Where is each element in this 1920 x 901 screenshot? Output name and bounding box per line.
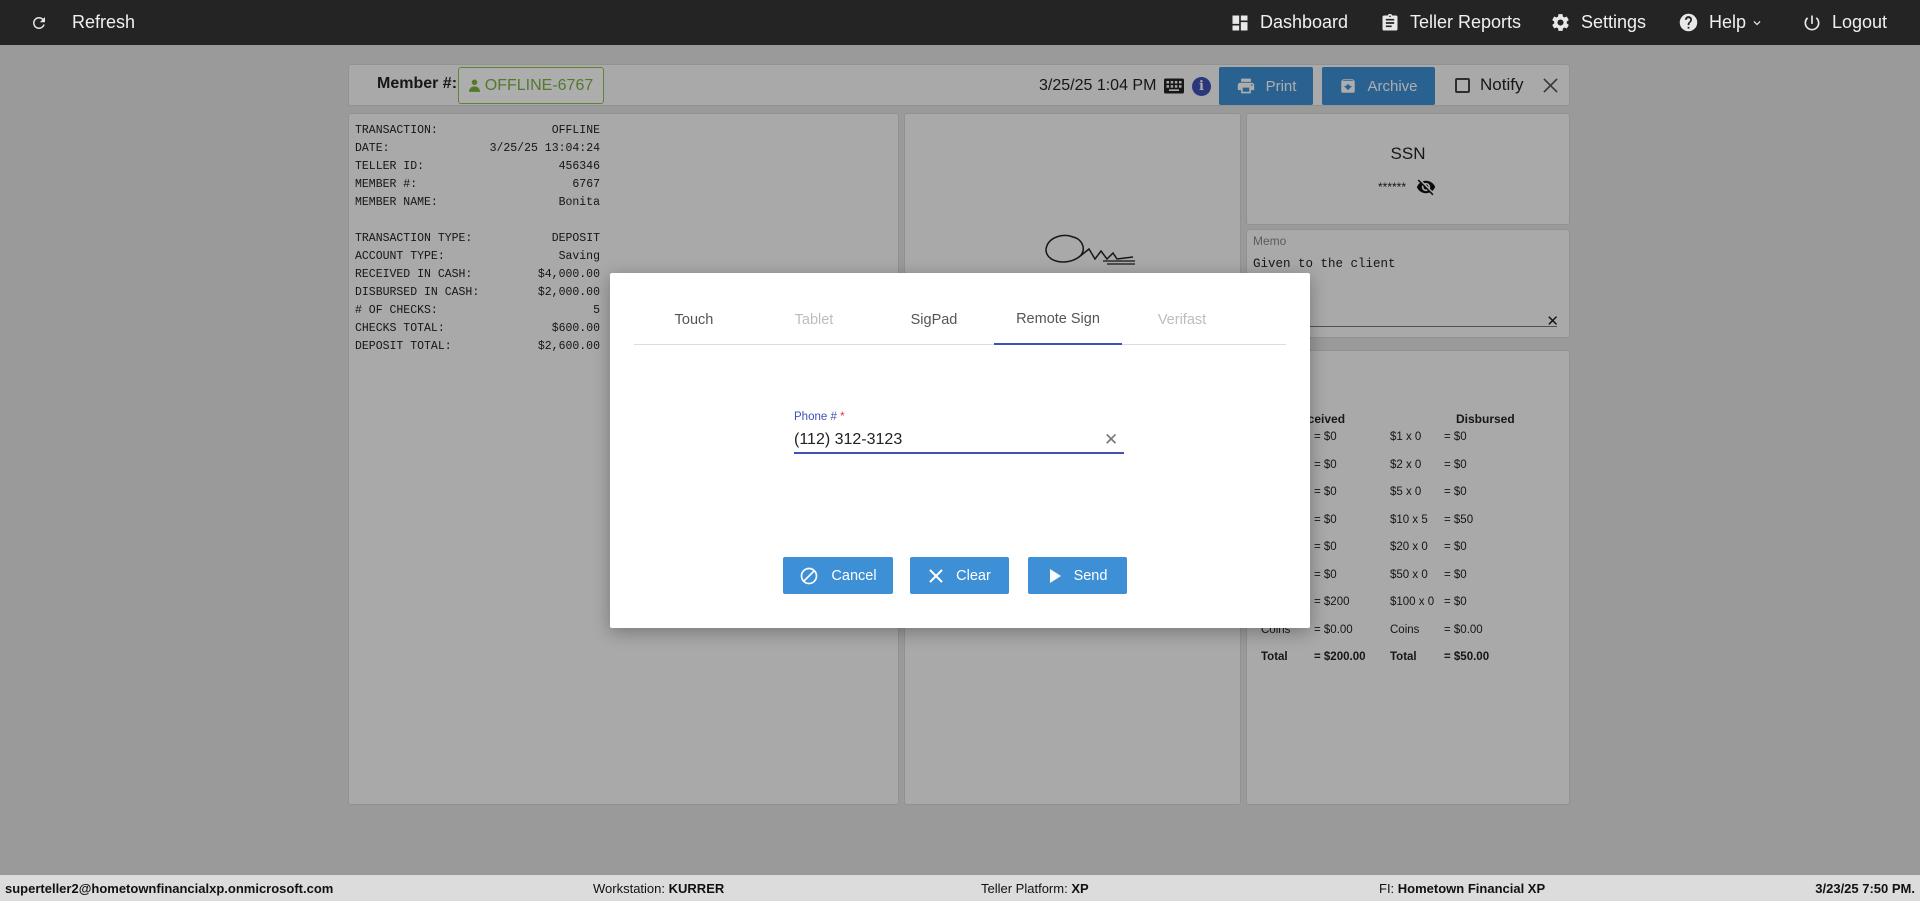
signature-method-tabs: Touch Tablet SigPad Remote Sign Verifast bbox=[634, 295, 1286, 345]
status-datetime: 3/23/25 7:50 PM. bbox=[1815, 881, 1915, 896]
signature-capture-dialog: Touch Tablet SigPad Remote Sign Verifast… bbox=[610, 273, 1310, 628]
status-user: superteller2@hometownfinancialxp.onmicro… bbox=[5, 881, 334, 896]
tab-remote-sign[interactable]: Remote Sign bbox=[994, 295, 1122, 345]
power-icon bbox=[1802, 13, 1822, 33]
phone-input[interactable] bbox=[794, 428, 1124, 454]
settings-label: Settings bbox=[1581, 12, 1647, 32]
status-workstation: Workstation: KURRER bbox=[593, 881, 725, 896]
logout-label: Logout bbox=[1832, 12, 1888, 32]
clear-button[interactable]: Clear bbox=[910, 557, 1009, 594]
cancel-label: Cancel bbox=[831, 567, 877, 584]
tab-sigpad[interactable]: SigPad bbox=[874, 295, 994, 345]
teller-reports-label: Teller Reports bbox=[1410, 12, 1522, 32]
refresh-button[interactable]: Refresh bbox=[30, 0, 135, 45]
help-icon bbox=[1678, 12, 1699, 33]
phone-field-label: Phone # * bbox=[794, 411, 845, 423]
help-menu[interactable]: Help bbox=[1678, 0, 1764, 45]
chevron-down-icon bbox=[1750, 16, 1764, 30]
cancel-button[interactable]: Cancel bbox=[783, 557, 893, 594]
clipboard-icon bbox=[1380, 13, 1400, 33]
status-fi: FI: Hometown Financial XP bbox=[1379, 881, 1546, 896]
dashboard-link[interactable]: Dashboard bbox=[1230, 0, 1348, 45]
tab-touch[interactable]: Touch bbox=[634, 295, 754, 345]
phone-clear-icon[interactable]: ✕ bbox=[1104, 430, 1118, 450]
status-bar: superteller2@hometownfinancialxp.onmicro… bbox=[0, 875, 1920, 901]
logout-button[interactable]: Logout bbox=[1802, 0, 1887, 45]
top-navigation-bar: Refresh Dashboard Teller Reports Setting… bbox=[0, 0, 1920, 45]
tab-tablet[interactable]: Tablet bbox=[754, 295, 874, 345]
close-icon bbox=[928, 568, 956, 584]
refresh-icon bbox=[30, 14, 62, 32]
clear-label: Clear bbox=[956, 567, 991, 584]
status-platform: Teller Platform: XP bbox=[981, 881, 1089, 896]
settings-link[interactable]: Settings bbox=[1550, 0, 1646, 45]
help-label: Help bbox=[1709, 12, 1747, 32]
refresh-label: Refresh bbox=[72, 12, 136, 32]
play-icon bbox=[1048, 568, 1074, 584]
gear-icon bbox=[1550, 12, 1571, 33]
tab-verifast[interactable]: Verifast bbox=[1122, 295, 1242, 345]
send-button[interactable]: Send bbox=[1028, 557, 1127, 594]
teller-reports-link[interactable]: Teller Reports bbox=[1380, 0, 1521, 45]
dashboard-label: Dashboard bbox=[1260, 12, 1349, 32]
send-label: Send bbox=[1073, 567, 1108, 584]
cancel-icon bbox=[799, 566, 831, 586]
dashboard-icon bbox=[1230, 13, 1250, 33]
